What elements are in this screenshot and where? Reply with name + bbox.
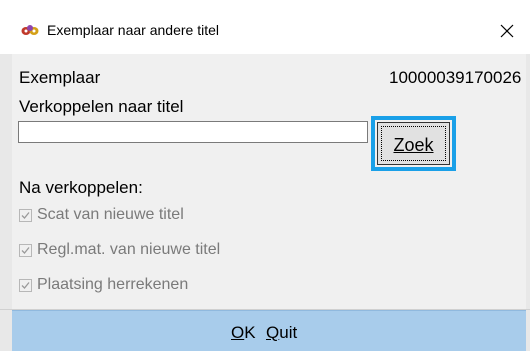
footer-bar: OK Quit xyxy=(12,310,526,351)
ok-button[interactable]: OK xyxy=(231,323,256,343)
exemplaar-label: Exemplaar xyxy=(19,68,101,87)
check-icon xyxy=(21,281,30,289)
quit-label-rest: uit xyxy=(279,323,298,342)
verkoppelen-label: Verkoppelen naar titel xyxy=(19,97,184,116)
quit-button[interactable]: Quit xyxy=(266,323,297,343)
ok-label-rest: K xyxy=(244,323,256,342)
option-label: Regl.mat. van nieuwe titel xyxy=(37,241,221,258)
checkbox[interactable] xyxy=(19,208,32,222)
na-verkoppelen-label: Na verkoppelen: xyxy=(19,178,143,197)
option-label: Scat van nieuwe titel xyxy=(37,206,184,223)
ok-mnemonic: O xyxy=(231,323,245,342)
option-plaatsing-herrekenen[interactable]: Plaatsing herrekenen xyxy=(19,276,188,294)
close-button[interactable] xyxy=(492,17,522,45)
title-bar[interactable]: Exemplaar naar andere titel xyxy=(0,0,530,54)
option-scat-nieuwe-titel[interactable]: Scat van nieuwe titel xyxy=(19,206,184,224)
search-button[interactable]: Zoek xyxy=(377,122,450,165)
quit-mnemonic: Q xyxy=(266,323,280,342)
dialog-window: Exemplaar naar andere titel Exemplaar 10… xyxy=(0,0,530,351)
checkbox[interactable] xyxy=(19,278,32,292)
option-label: Plaatsing herrekenen xyxy=(37,276,189,293)
check-icon xyxy=(21,246,30,254)
checkbox[interactable] xyxy=(19,243,32,257)
exemplaar-value: 10000039170026 xyxy=(389,68,522,87)
option-reglmat-nieuwe-titel[interactable]: Regl.mat. van nieuwe titel xyxy=(19,241,220,259)
app-icon xyxy=(21,25,39,35)
title-search-input[interactable] xyxy=(18,121,368,143)
check-icon xyxy=(21,211,30,219)
window-title: Exemplaar naar andere titel xyxy=(47,22,219,38)
close-icon xyxy=(500,24,514,38)
search-button-label: Zoek xyxy=(393,135,434,155)
